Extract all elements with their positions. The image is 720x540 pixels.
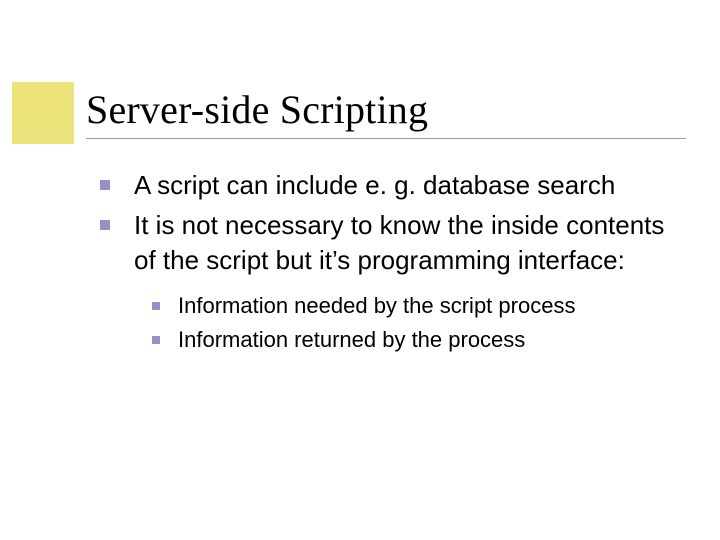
list-item-text: A script can include e. g. database sear… bbox=[134, 168, 615, 202]
list-item: Information needed by the script process bbox=[152, 291, 670, 321]
list-item-text: It is not necessary to know the inside c… bbox=[134, 208, 670, 277]
square-bullet-icon bbox=[100, 180, 110, 190]
slide: Server-side Scripting A script can inclu… bbox=[0, 0, 720, 540]
title-underline bbox=[86, 138, 686, 139]
sub-list: Information needed by the script process… bbox=[152, 291, 670, 354]
square-bullet-icon bbox=[152, 336, 160, 344]
list-item: Information returned by the process bbox=[152, 325, 670, 355]
list-item: It is not necessary to know the inside c… bbox=[100, 208, 670, 277]
slide-title: Server-side Scripting bbox=[86, 86, 428, 133]
square-bullet-icon bbox=[100, 220, 110, 230]
list-item-text: Information needed by the script process bbox=[178, 291, 575, 321]
square-bullet-icon bbox=[152, 302, 160, 310]
slide-body: A script can include e. g. database sear… bbox=[100, 168, 670, 358]
list-item: A script can include e. g. database sear… bbox=[100, 168, 670, 202]
list-item-text: Information returned by the process bbox=[178, 325, 525, 355]
accent-square bbox=[12, 82, 74, 144]
